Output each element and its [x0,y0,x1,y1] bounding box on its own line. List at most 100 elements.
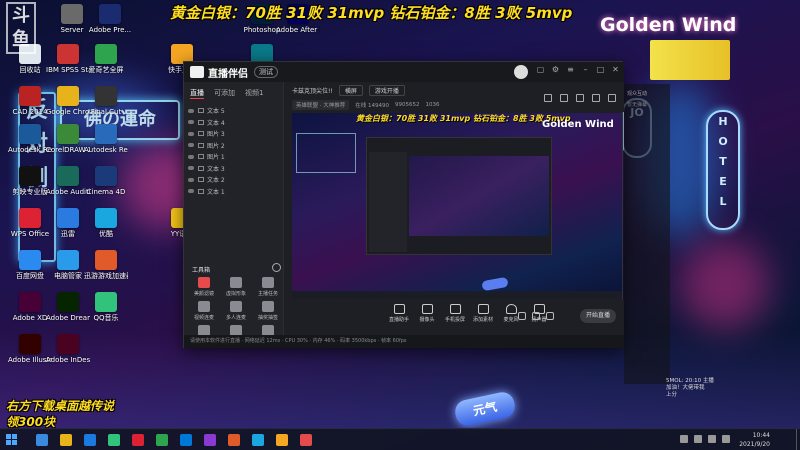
desktop-icon[interactable]: Cinema 4D [84,166,128,196]
source-label: 文本 5 [207,108,225,116]
toolbox-item[interactable]: 主播任务 [252,277,284,297]
app-titlebar: 直播伴侣 测试 ▢ ⚙ ≡ – □ ✕ [184,62,624,82]
desktop-icon[interactable]: 爱奇艺全屏 [84,44,128,74]
source-item[interactable]: 文本 5 [188,105,279,117]
source-item[interactable]: 文本 2 [188,174,279,186]
eye-icon[interactable] [188,177,194,182]
eye-icon[interactable] [188,166,194,171]
tray-icon[interactable] [708,435,716,443]
taskbar-app-icon[interactable] [300,434,312,446]
source-label: 文本 3 [207,165,225,173]
toolbox-header: 工具箱 [192,267,211,274]
show-desktop-button[interactable] [796,429,800,450]
clock-date: 2021/9/20 [739,441,770,448]
menu-icon[interactable]: ≡ [566,65,575,74]
tray-icon[interactable] [680,435,688,443]
close-icon[interactable]: ✕ [611,65,620,74]
taskbar-app-icon[interactable] [60,434,72,446]
eye-icon[interactable] [188,108,194,113]
source-item[interactable]: 图片 3 [188,128,279,140]
gift-icon[interactable] [532,312,540,320]
eye-icon[interactable] [188,154,194,159]
mode-pill[interactable]: 横屏 [338,85,363,96]
phone-cast-button[interactable]: 手机投屏 [440,304,470,323]
promo-line-1: 右方下载桌面越传说 [6,399,115,413]
toolbox-item[interactable]: 虚拟形象 [220,277,252,297]
source-item[interactable]: 文本 1 [188,186,279,198]
desktop-icon[interactable]: Autodesk ReCap [84,124,128,154]
source-item[interactable]: 图片 2 [188,140,279,152]
window-controls: ▢ ⚙ ≡ – □ ✕ [536,65,620,74]
taskbar-app-icon[interactable] [276,434,288,446]
tool-label: 美颜滤镜 [193,291,214,297]
record-video-icon[interactable] [518,312,526,320]
windows-start-icon[interactable] [6,434,18,446]
eye-icon[interactable] [188,131,194,136]
maximize-icon[interactable]: □ [596,65,605,74]
taskbar-app-icon[interactable] [180,434,192,446]
desktop-icon[interactable]: 优酷 [84,208,128,238]
right-panel-empty: 暂无弹幕 [627,102,648,108]
desktop-icon[interactable]: Adobe Pre... [88,4,132,34]
desktop-icon-label: Autodesk ReCap [84,146,128,154]
screenshot-icon[interactable] [560,94,568,102]
preview-golden-wind: Golden Wind [542,119,614,130]
tray-icon[interactable] [694,435,702,443]
eye-icon[interactable] [188,120,194,125]
fullscreen-icon[interactable] [592,94,600,102]
system-clock[interactable]: 10:44 2021/9/20 [739,431,770,449]
eye-icon[interactable] [188,143,194,148]
desktop-icon[interactable]: 迅游游戏加速器 [84,250,128,280]
taskbar-app-icon[interactable] [252,434,264,446]
taskbar-app-icon[interactable] [108,434,120,446]
source-type-icon [198,131,204,137]
toolbox-item[interactable]: 美颜滤镜 [188,277,220,297]
game-pill[interactable]: 游戏开播 [368,85,405,96]
minimize-icon[interactable]: – [581,65,590,74]
camera-button[interactable]: 摄像头 [412,304,442,323]
desktop-icon[interactable]: Adobe Audition [46,166,90,196]
toolbox-item[interactable]: 视频连麦 [188,301,220,321]
skin-icon[interactable]: ▢ [536,65,545,74]
windows-taskbar: 10:44 2021/9/20 [0,428,800,450]
record-icon[interactable] [544,94,552,102]
taskbar-app-icon[interactable] [156,434,168,446]
desktop-icon-label: Photoshop [243,26,281,34]
toolbox-item[interactable]: 多人连麦 [220,301,252,321]
desktop-icon[interactable]: Adobe InDesign [46,334,90,364]
taskbar-app-icon[interactable] [204,434,216,446]
stream-preview[interactable]: 黄金白银：70胜 31败 31mvp 钻石铂金：8胜 3败 5mvp Golde… [292,113,622,299]
desktop-icon-label: 爱奇艺全屏 [88,66,124,74]
source-item[interactable]: 文本 4 [188,117,279,129]
taskbar-app-icon[interactable] [132,434,144,446]
tab-addable[interactable]: 可添加 [214,88,235,99]
category-pill[interactable]: 英雄联盟 · 大神推荐 [292,100,350,110]
settings-small-icon[interactable] [546,312,554,320]
toolbox-item[interactable]: 抽奖抽签 [252,301,284,321]
source-item[interactable]: 文本 3 [188,163,279,175]
desktop-icon[interactable]: Final Cut [84,86,128,116]
desktop-icon[interactable]: QQ音乐 [84,292,128,322]
chat-messages: 5MOL: 20:10 主播 加油！大佬带我 上分 [666,378,766,399]
settings-icon[interactable]: ⚙ [551,65,560,74]
eye-icon[interactable] [188,189,194,194]
taskbar-app-icon[interactable] [36,434,48,446]
layout-icon[interactable] [576,94,584,102]
avatar[interactable] [514,65,528,79]
go-live-button[interactable]: 开始直播 [580,309,616,323]
tab-video[interactable]: 视频1 [245,88,263,99]
share-icon[interactable] [608,94,616,102]
desktop-icon[interactable]: 剪映专业版 [8,166,52,196]
tab-live[interactable]: 直播 [190,88,204,99]
live-assistant-button[interactable]: 直播助手 [384,304,414,323]
phone-icon [449,304,461,314]
room-title[interactable]: 卡兹克顶尖位!! [292,86,333,95]
toolbox-settings-icon[interactable] [272,263,281,272]
desktop-icon-label: 优酷 [99,230,113,238]
taskbar-app-icon[interactable] [228,434,240,446]
source-type-icon [198,119,204,125]
source-item[interactable]: 图片 1 [188,151,279,163]
tray-icon[interactable] [722,435,730,443]
add-source-button[interactable]: 添加素材 [468,304,498,323]
taskbar-app-icon[interactable] [84,434,96,446]
